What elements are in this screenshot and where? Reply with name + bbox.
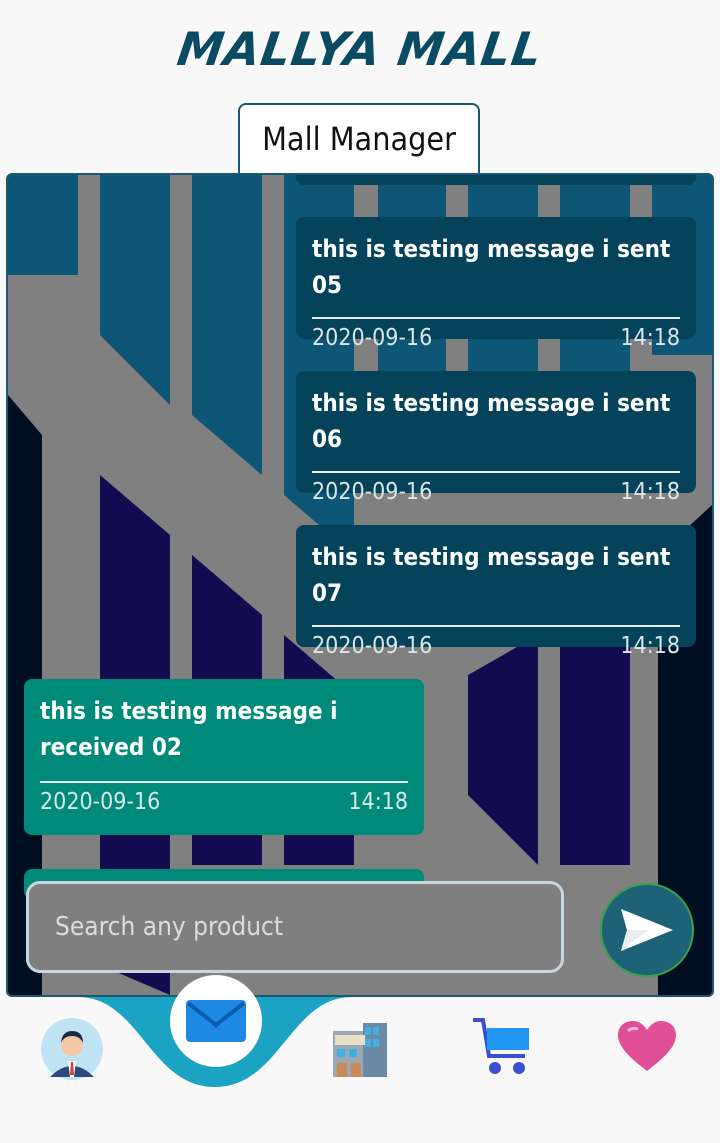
divider <box>40 781 408 783</box>
message-bubble-partial-top <box>296 175 696 185</box>
message-time: 14:18 <box>348 789 408 815</box>
message-bubble-sent[interactable]: this is testing message i sent 06 2020-0… <box>296 371 696 505</box>
divider <box>312 625 680 627</box>
bottom-nav <box>0 975 720 1143</box>
message-bubble-sent[interactable]: this is testing message i sent 07 2020-0… <box>296 525 696 659</box>
message-bubble-received[interactable]: this is testing message i received 02 20… <box>24 679 424 835</box>
divider <box>312 317 680 319</box>
message-time: 14:18 <box>620 479 680 505</box>
divider <box>312 471 680 473</box>
message-date: 2020-09-16 <box>312 325 433 351</box>
message-text: this is testing message i received 02 <box>40 697 338 761</box>
send-button[interactable] <box>600 883 694 977</box>
message-text: this is testing message i sent 05 <box>312 235 671 299</box>
message-bubble-sent[interactable]: this is testing message i sent 05 2020-0… <box>296 217 696 351</box>
nav-favorites[interactable] <box>614 1015 680 1079</box>
nav-mall[interactable] <box>330 1015 390 1079</box>
mall-building-icon <box>333 1023 387 1077</box>
message-date: 2020-09-16 <box>312 633 433 659</box>
message-date: 2020-09-16 <box>40 789 161 815</box>
message-text: this is testing message i sent 07 <box>312 543 671 607</box>
message-input[interactable]: Search any product <box>26 881 564 973</box>
nav-messages[interactable] <box>170 975 262 1067</box>
manager-avatar-icon <box>41 1018 103 1080</box>
send-icon <box>621 909 673 951</box>
message-date: 2020-09-16 <box>312 479 433 505</box>
message-time: 14:18 <box>620 633 680 659</box>
brand-logo: MALLYA MALL <box>174 22 546 76</box>
mail-icon <box>186 1000 246 1042</box>
chat-panel[interactable]: this is testing message i sent 05 2020-0… <box>6 173 714 997</box>
tab-mall-manager[interactable]: Mall Manager <box>238 103 480 173</box>
message-text: this is testing message i sent 06 <box>312 389 671 453</box>
nav-cart[interactable] <box>470 1015 536 1079</box>
shopping-cart-icon <box>473 1018 529 1074</box>
message-time: 14:18 <box>620 325 680 351</box>
heart-icon <box>618 1021 676 1071</box>
nav-profile[interactable] <box>40 1017 104 1081</box>
